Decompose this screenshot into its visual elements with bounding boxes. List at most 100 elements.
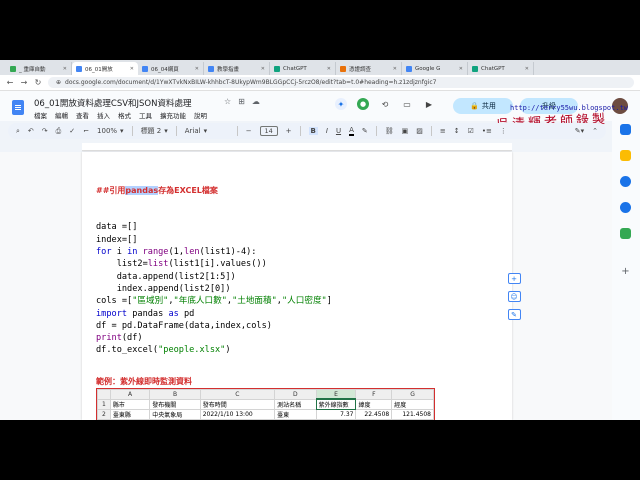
- browser-tab[interactable]: 06_01開放 ✕: [72, 62, 138, 75]
- close-icon[interactable]: ✕: [63, 66, 67, 72]
- underline-button[interactable]: U: [336, 127, 341, 135]
- browser-tab[interactable]: _ 重庫自動 ✕: [6, 62, 72, 75]
- browser-tab[interactable]: ChatGPT ✕: [468, 62, 534, 75]
- menu-item[interactable]: 擴充功能: [160, 110, 186, 120]
- browser-tab[interactable]: ChatGPT ✕: [270, 62, 336, 75]
- row-header[interactable]: 2: [97, 409, 111, 420]
- url-field[interactable]: ⊕ docs.google.com/document/d/1YwXTvkNxBI…: [48, 77, 634, 88]
- tasks-icon[interactable]: [620, 176, 631, 187]
- text-color-button[interactable]: A: [349, 126, 354, 136]
- paint-format-icon[interactable]: ⌐: [83, 127, 89, 135]
- select-all-corner[interactable]: [97, 389, 111, 400]
- menu-item[interactable]: 工具: [139, 110, 152, 120]
- column-header[interactable]: D: [274, 389, 317, 400]
- browser-tab[interactable]: Google G ✕: [402, 62, 468, 75]
- browser-tab[interactable]: 教學指畫 ✕: [204, 62, 270, 75]
- meet-icon[interactable]: ▶: [423, 98, 435, 110]
- star-icon[interactable]: ☆: [224, 97, 231, 106]
- collapse-toolbar-icon[interactable]: ⌃: [592, 127, 598, 135]
- close-icon[interactable]: ✕: [130, 66, 134, 72]
- spellcheck-icon[interactable]: ✓: [69, 127, 75, 135]
- menu-item[interactable]: 插入: [97, 110, 110, 120]
- table-cell[interactable]: 經度: [391, 398, 434, 411]
- column-header[interactable]: A: [109, 389, 151, 400]
- italic-button[interactable]: I: [326, 127, 328, 135]
- suggest-edits-icon[interactable]: ✎: [507, 309, 521, 320]
- close-icon[interactable]: ✕: [327, 66, 331, 72]
- column-header[interactable]: F: [355, 389, 393, 400]
- close-icon[interactable]: ✕: [195, 66, 199, 72]
- table-cell[interactable]: 發布機關: [149, 398, 201, 411]
- table-cell[interactable]: 中央氣象局: [149, 409, 201, 420]
- editing-mode-icon[interactable]: ✎▾: [575, 127, 584, 135]
- close-icon[interactable]: ✕: [459, 66, 463, 72]
- close-icon[interactable]: ✕: [525, 66, 529, 72]
- version-history-icon[interactable]: ⟲: [379, 98, 391, 110]
- font-size-input[interactable]: 14: [259, 126, 278, 136]
- get-addons-icon[interactable]: +: [620, 266, 631, 277]
- highlight-color-icon[interactable]: ✎: [362, 127, 368, 135]
- table-cell[interactable]: 縣市: [109, 398, 151, 411]
- checklist-icon[interactable]: ☑: [468, 127, 474, 135]
- insert-image-icon[interactable]: ▨: [416, 127, 423, 135]
- maps-icon[interactable]: [620, 228, 631, 239]
- browser-tab[interactable]: 憑證調查 ✕: [336, 62, 402, 75]
- keep-icon[interactable]: [620, 150, 631, 161]
- paragraph-style-select[interactable]: 標題 2 ▾: [141, 126, 168, 136]
- table-cell[interactable]: 發布時間: [199, 398, 276, 411]
- zoom-select[interactable]: 100% ▾: [97, 127, 124, 135]
- line-spacing-icon[interactable]: ↕: [454, 127, 460, 135]
- more-icon[interactable]: ⋮: [500, 127, 507, 135]
- browser-tab[interactable]: 06_04網頁 ✕: [138, 62, 204, 75]
- table-cell[interactable]: 紫外線指數: [315, 398, 357, 411]
- horizontal-ruler[interactable]: [82, 143, 512, 151]
- table-cell[interactable]: 緯度: [355, 398, 393, 411]
- bold-button[interactable]: B: [308, 127, 318, 135]
- close-icon[interactable]: ✕: [261, 66, 265, 72]
- document-page[interactable]: ##引用pandas存為EXCEL檔案 data =[] index=[] for …: [82, 152, 512, 420]
- table-cell[interactable]: 7.37: [315, 409, 357, 420]
- column-header[interactable]: B: [149, 389, 201, 400]
- document-title[interactable]: 06_01開放資料處理CSV和JSON資料處理: [34, 97, 191, 109]
- forward-icon[interactable]: →: [20, 78, 28, 87]
- reload-icon[interactable]: ↻: [34, 78, 42, 87]
- collaborator-avatar-icon[interactable]: ●: [357, 98, 369, 110]
- menu-item[interactable]: 檔案: [34, 110, 47, 120]
- menu-item[interactable]: 編輯: [55, 110, 68, 120]
- column-header[interactable]: C: [199, 389, 276, 400]
- contacts-icon[interactable]: [620, 202, 631, 213]
- column-header[interactable]: G: [391, 389, 434, 400]
- move-folder-icon[interactable]: ⊞: [238, 97, 245, 106]
- table-cell[interactable]: 測站名稱: [274, 398, 317, 411]
- table-cell[interactable]: 臺東: [274, 409, 317, 420]
- row-header[interactable]: 1: [97, 398, 111, 411]
- search-menus-icon[interactable]: ⌕: [16, 127, 20, 136]
- add-emoji-icon[interactable]: ☺: [507, 291, 521, 302]
- menu-item[interactable]: 查看: [76, 110, 89, 120]
- decrease-font-size-icon[interactable]: −: [246, 127, 252, 135]
- font-select[interactable]: Arial ▾: [185, 127, 229, 135]
- table-cell[interactable]: 121.4508: [391, 409, 434, 420]
- table-cell[interactable]: 臺東縣: [109, 409, 151, 420]
- table-cell[interactable]: 2022/1/10 13:00: [199, 409, 276, 420]
- gemini-icon[interactable]: ✦: [335, 98, 347, 110]
- share-button[interactable]: 🔒 共用: [453, 98, 513, 114]
- column-header[interactable]: E: [315, 389, 357, 401]
- add-comment-icon[interactable]: ▣: [402, 127, 409, 135]
- bulleted-list-icon[interactable]: •≡: [482, 127, 492, 135]
- align-icon[interactable]: ≡: [440, 127, 446, 135]
- add-comment-icon[interactable]: +: [507, 273, 521, 284]
- comments-icon[interactable]: ▭: [401, 98, 413, 110]
- docs-logo-icon[interactable]: [12, 100, 24, 115]
- redo-icon[interactable]: ↷: [42, 127, 48, 135]
- increase-font-size-icon[interactable]: +: [286, 127, 292, 135]
- calendar-icon[interactable]: [620, 124, 631, 135]
- menu-item[interactable]: 說明: [194, 110, 207, 120]
- back-icon[interactable]: ←: [6, 78, 14, 87]
- print-icon[interactable]: ⎙: [56, 127, 62, 136]
- insert-link-icon[interactable]: ⛓: [385, 127, 394, 135]
- close-icon[interactable]: ✕: [393, 66, 397, 72]
- menu-item[interactable]: 格式: [118, 110, 131, 120]
- site-info-icon[interactable]: ⊕: [56, 79, 61, 86]
- table-cell[interactable]: 22.4508: [355, 409, 393, 420]
